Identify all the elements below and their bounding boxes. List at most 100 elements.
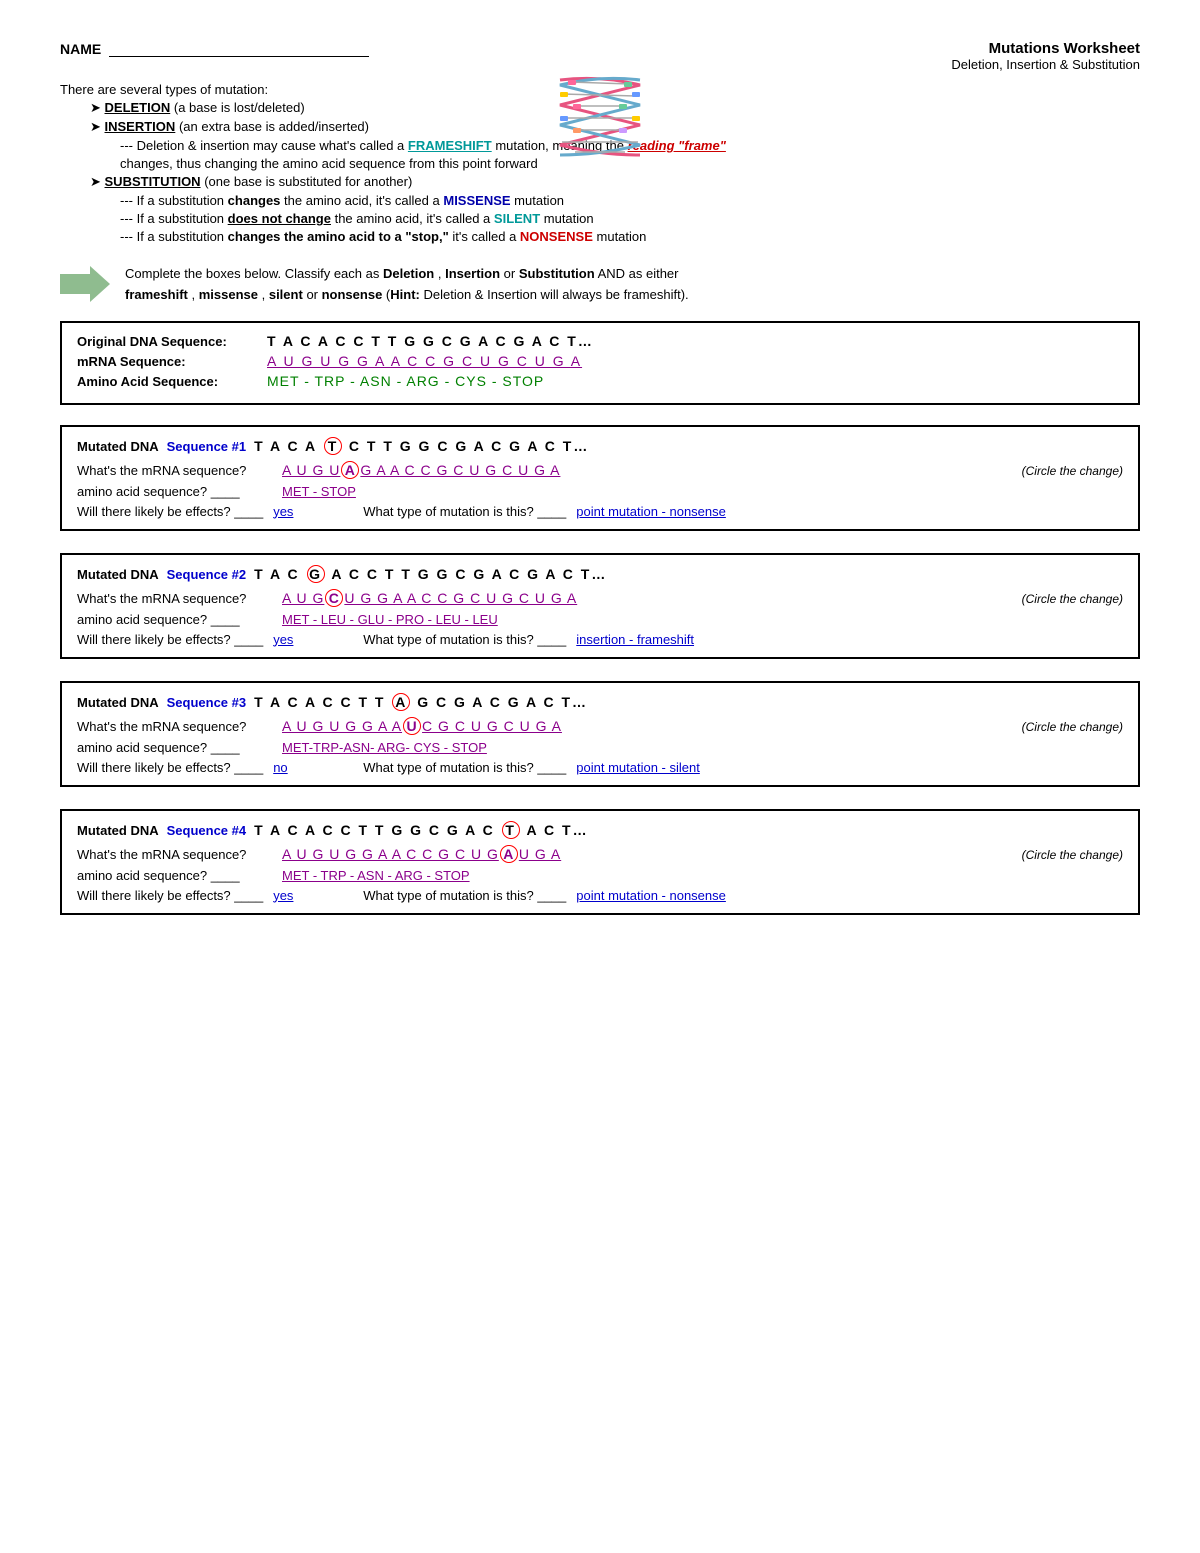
circled-mrna-4: A <box>500 845 518 863</box>
amino-question-1: amino acid sequence? ____ <box>77 484 277 499</box>
effects-row-1: Will there likely be effects? ____ yes W… <box>77 504 1123 519</box>
sub3-bold: changes the amino acid to a "stop," <box>228 229 449 244</box>
inst-deletion: Deletion <box>383 266 434 281</box>
effects-answer-2: yes <box>273 632 353 647</box>
worksheet-title: Mutations Worksheet <box>951 40 1140 57</box>
inst-silent: silent <box>269 287 303 302</box>
mutations-container: Mutated DNA Sequence #1 T A C A T C T T … <box>60 425 1140 915</box>
mut-label-1: Mutated DNA <box>77 439 159 454</box>
sub1-post: mutation <box>514 193 564 208</box>
mrna-question-1: What's the mRNA sequence? <box>77 463 277 478</box>
sub1-word: MISSENSE <box>443 193 510 208</box>
sub1-bold: changes <box>228 193 281 208</box>
type-label-1: What type of mutation is this? ____ <box>363 504 566 519</box>
instruction-section: Complete the boxes below. Classify each … <box>60 264 1140 306</box>
name-field: NAME <box>60 40 369 57</box>
type-answer-4: point mutation - nonsense <box>576 888 726 903</box>
mutation-header-3: Mutated DNA Sequence #3 T A C A C C T T … <box>77 693 1123 711</box>
effects-row-4: Will there likely be effects? ____ yes W… <box>77 888 1123 903</box>
mrna-row-original: mRNA Sequence: A U G U G G A A C C G C U… <box>77 353 1123 369</box>
mutation-box-1: Mutated DNA Sequence #1 T A C A T C T T … <box>60 425 1140 531</box>
arrow-icon <box>60 266 110 302</box>
amino-answer-2: MET - LEU - GLU - PRO - LEU - LEU <box>282 612 498 627</box>
circled-mrna-2: C <box>325 589 343 607</box>
original-dna-box: Original DNA Sequence: T A C A C C T T G… <box>60 321 1140 405</box>
mrna-question-2: What's the mRNA sequence? <box>77 591 277 606</box>
sub1-line: --- If a substitution changes the amino … <box>120 193 1140 208</box>
sub2-post: mutation <box>544 211 594 226</box>
frameshift-note3: changes, thus changing the amino acid se… <box>120 156 538 171</box>
dna-seq-2: T A C G A C C T T G G C G A C G A C T… <box>254 565 607 583</box>
mut-label-3: Mutated DNA <box>77 695 159 710</box>
sub3-pre: --- If a substitution <box>120 229 224 244</box>
circle-instruction-3: (Circle the change) <box>1022 720 1123 734</box>
amino-question-4: amino acid sequence? ____ <box>77 868 277 883</box>
sub1-mid: the amino acid, it's called a <box>284 193 440 208</box>
mut-label-2: Mutated DNA <box>77 567 159 582</box>
effects-label-3: Will there likely be effects? ____ <box>77 760 263 775</box>
insertion-title: INSERTION <box>105 119 176 134</box>
sub3-word: NONSENSE <box>520 229 593 244</box>
frameshift-note1: --- Deletion & insertion may cause what'… <box>120 138 404 153</box>
mrna-answer-2: A U GCU G G A A C C G C U G C U G A <box>282 589 577 607</box>
inst-missense: missense <box>199 287 258 302</box>
circled-dna-2: G <box>307 565 325 583</box>
effects-answer-3: no <box>273 760 353 775</box>
circle-instruction-1: (Circle the change) <box>1022 464 1123 478</box>
amino-question-2: amino acid sequence? ____ <box>77 612 277 627</box>
sub2-word: SILENT <box>494 211 540 226</box>
name-underline <box>109 40 369 57</box>
worksheet-subtitle: Deletion, Insertion & Substitution <box>951 57 1140 72</box>
deletion-desc: (a base is lost/deleted) <box>174 100 305 115</box>
original-dna-label: Original DNA Sequence: <box>77 334 257 349</box>
dna-helix-image <box>540 70 660 163</box>
mrna-answer-3: A U G U G G A AUC G C U G C U G A <box>282 717 562 735</box>
sub3-line: --- If a substitution changes the amino … <box>120 229 1140 244</box>
mrna-question-3: What's the mRNA sequence? <box>77 719 277 734</box>
seq-num-2: Sequence #2 <box>167 567 247 582</box>
dna-seq-1: T A C A T C T T G G C G A C G A C T… <box>254 437 589 455</box>
deletion-title: DELETION <box>105 100 171 115</box>
inst-nonsense: nonsense <box>322 287 383 302</box>
circle-instruction-2: (Circle the change) <box>1022 592 1123 606</box>
type-answer-3: point mutation - silent <box>576 760 700 775</box>
mut-label-4: Mutated DNA <box>77 823 159 838</box>
amino-row-4: amino acid sequence? ____ MET - TRP - AS… <box>77 868 1123 883</box>
amino-question-3: amino acid sequence? ____ <box>77 740 277 755</box>
frameshift-word: FRAMESHIFT <box>408 138 492 153</box>
substitution-desc: (one base is substituted for another) <box>204 174 412 189</box>
inst-hint: Hint: <box>390 287 420 302</box>
type-answer-2: insertion - frameshift <box>576 632 694 647</box>
mutation-header-1: Mutated DNA Sequence #1 T A C A T C T T … <box>77 437 1123 455</box>
substitution-title: SUBSTITUTION <box>105 174 201 189</box>
amino-value-original: MET - TRP - ASN - ARG - CYS - STOP <box>267 373 544 389</box>
effects-answer-4: yes <box>273 888 353 903</box>
effects-label-1: Will there likely be effects? ____ <box>77 504 263 519</box>
amino-answer-1: MET - STOP <box>282 484 356 499</box>
mrna-row-3: What's the mRNA sequence? A U G U G G A … <box>77 717 1123 735</box>
type-label-3: What type of mutation is this? ____ <box>363 760 566 775</box>
mutation-box-3: Mutated DNA Sequence #3 T A C A C C T T … <box>60 681 1140 787</box>
type-label-2: What type of mutation is this? ____ <box>363 632 566 647</box>
circled-dna-4: T <box>502 821 520 839</box>
insertion-desc: (an extra base is added/inserted) <box>179 119 369 134</box>
amino-answer-3: MET-TRP-ASN- ARG- CYS - STOP <box>282 740 487 755</box>
amino-label-original: Amino Acid Sequence: <box>77 374 257 389</box>
mrna-label-original: mRNA Sequence: <box>77 354 257 369</box>
circled-dna-1: T <box>324 437 342 455</box>
mrna-row-2: What's the mRNA sequence? A U GCU G G A … <box>77 589 1123 607</box>
mrna-row-1: What's the mRNA sequence? A U G UAG A A … <box>77 461 1123 479</box>
amino-row-3: amino acid sequence? ____ MET-TRP-ASN- A… <box>77 740 1123 755</box>
inst-insertion: Insertion <box>445 266 500 281</box>
instruction-text: Complete the boxes below. Classify each … <box>125 264 689 306</box>
circle-instruction-4: (Circle the change) <box>1022 848 1123 862</box>
circled-mrna-1: A <box>341 461 359 479</box>
original-dna-value: T A C A C C T T G G C G A C G A C T… <box>267 333 594 349</box>
title-block: Mutations Worksheet Deletion, Insertion … <box>951 40 1140 72</box>
original-dna-row: Original DNA Sequence: T A C A C C T T G… <box>77 333 1123 349</box>
name-label: NAME <box>60 41 101 57</box>
seq-num-1: Sequence #1 <box>167 439 247 454</box>
mutation-header-4: Mutated DNA Sequence #4 T A C A C C T T … <box>77 821 1123 839</box>
circled-dna-3: A <box>392 693 410 711</box>
mrna-question-4: What's the mRNA sequence? <box>77 847 277 862</box>
